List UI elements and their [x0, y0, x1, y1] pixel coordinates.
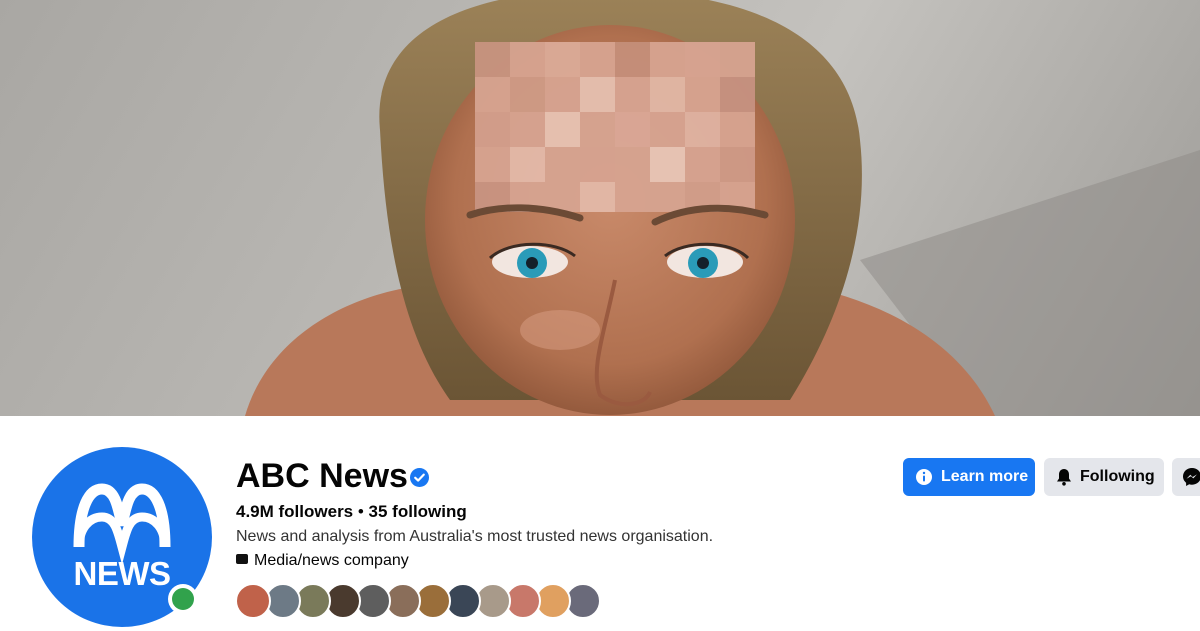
page-title: ABC News: [236, 457, 408, 495]
verified-badge-icon: [410, 468, 429, 487]
learn-more-label: Learn more: [941, 468, 1029, 485]
info-icon: [916, 469, 932, 485]
followers-link[interactable]: 4.9M followers: [236, 502, 353, 521]
briefcase-icon: [236, 554, 248, 564]
messenger-icon: [1183, 468, 1200, 486]
following-link[interactable]: 35 following: [369, 502, 467, 521]
learn-more-button[interactable]: Learn more: [903, 458, 1035, 496]
stats-separator: •: [353, 502, 369, 521]
follow-stats: 4.9M followers • 35 following: [236, 502, 467, 522]
cover-photo[interactable]: [0, 0, 1200, 416]
cover-photo-illustration: [245, 0, 1200, 416]
follower-avatar[interactable]: [235, 583, 271, 619]
following-button[interactable]: Following: [1044, 458, 1164, 496]
following-label: Following: [1080, 468, 1155, 485]
bell-icon: [1057, 469, 1071, 486]
online-status-indicator: [168, 584, 198, 614]
page-category-label: Media/news company: [254, 552, 409, 569]
message-button[interactable]: [1172, 458, 1200, 496]
page-category: Media/news company: [236, 551, 409, 571]
page-bio: News and analysis from Australia's most …: [236, 528, 714, 545]
